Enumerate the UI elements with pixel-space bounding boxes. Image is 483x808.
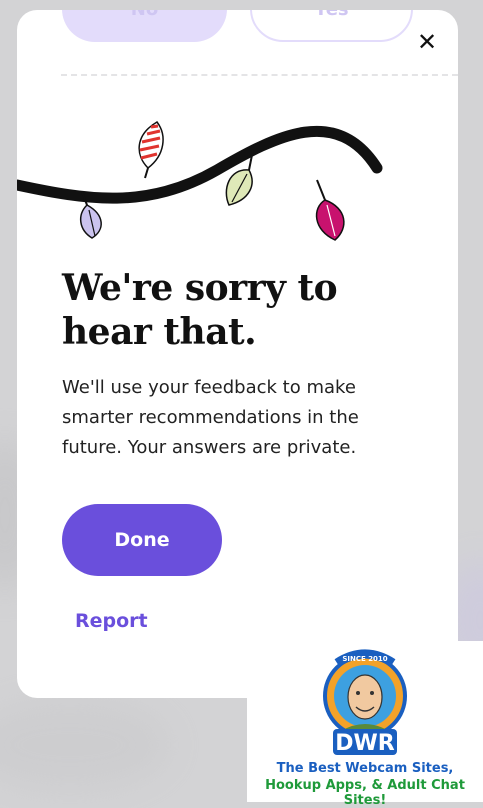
report-link[interactable]: Report: [75, 610, 148, 632]
dwr-watermark: SINCE 2010 DWR The Best Webcam Sites, Ho…: [247, 641, 483, 808]
close-icon[interactable]: ✕: [415, 28, 439, 56]
red-leaf-icon: [138, 121, 164, 179]
no-button[interactable]: No: [62, 10, 227, 42]
svg-text:DWR: DWR: [335, 731, 395, 756]
dialog-message: We'll use your feedback to make smarter …: [62, 377, 359, 458]
watermark-tagline-1: The Best Webcam Sites,: [276, 761, 454, 776]
yes-button[interactable]: Yes: [250, 10, 413, 42]
dialog-title: We're sorry to hear that.: [62, 267, 338, 353]
watermark-tagline-2: Hookup Apps, & Adult Chat Sites!: [265, 778, 465, 808]
svg-text:SINCE 2010: SINCE 2010: [342, 655, 387, 663]
feedback-dialog: No Yes ✕ We're sorry t: [17, 10, 458, 698]
magenta-leaf-icon: [315, 179, 345, 241]
branch-with-leaves-illustration: [17, 121, 383, 241]
dashed-divider: [61, 74, 458, 76]
done-button[interactable]: Done: [62, 504, 222, 576]
